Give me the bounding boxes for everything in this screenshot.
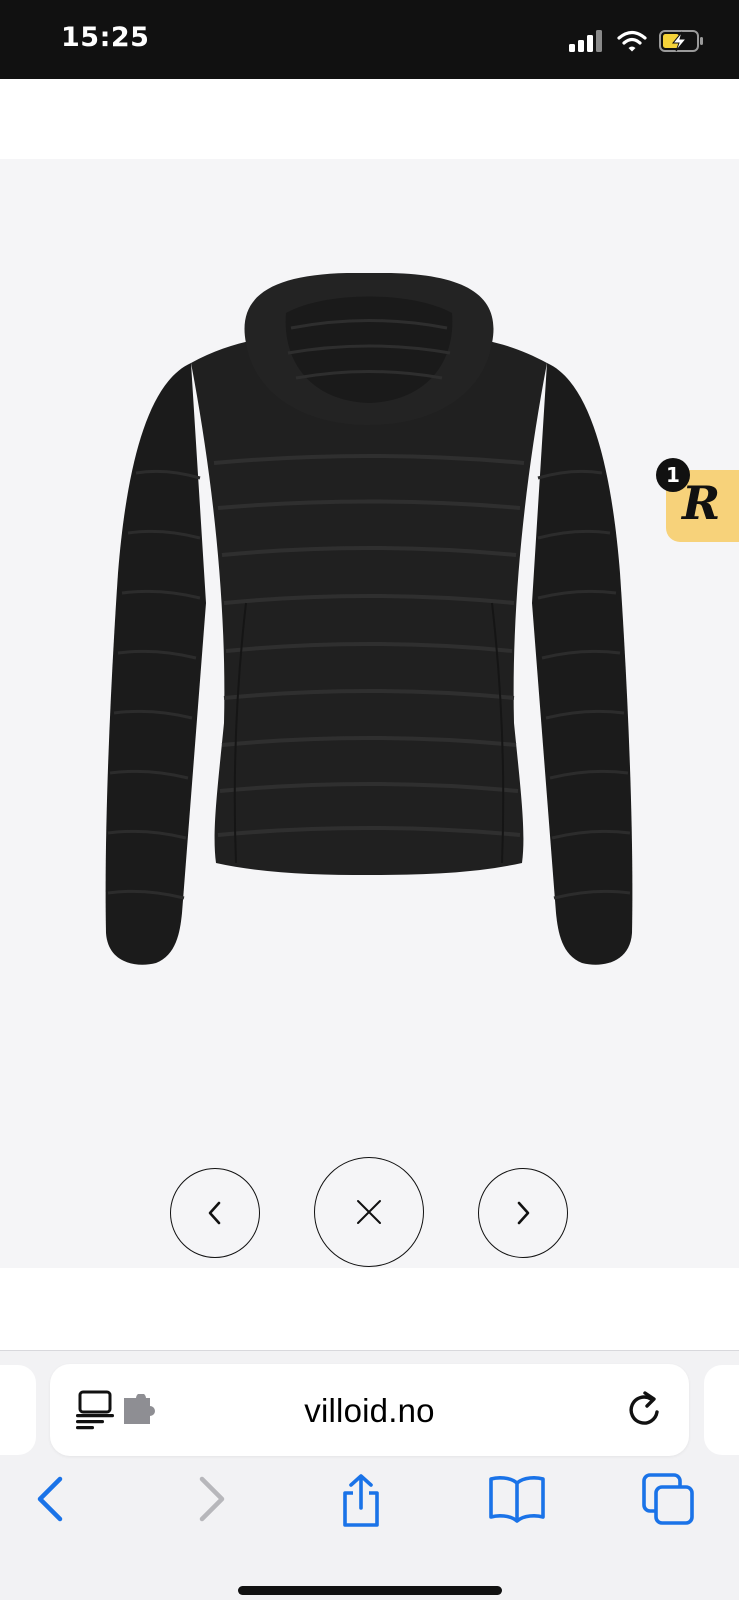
- back-arrow-icon[interactable]: [32, 1473, 72, 1525]
- chevron-right-icon: [517, 1201, 530, 1225]
- next-tab-peek[interactable]: [704, 1365, 739, 1455]
- forward-arrow-icon[interactable]: [190, 1473, 230, 1525]
- reload-icon[interactable]: [625, 1390, 665, 1430]
- close-icon: [357, 1200, 381, 1224]
- close-gallery-button[interactable]: [314, 1157, 424, 1267]
- battery-charging-icon: [659, 30, 703, 52]
- cellular-signal-icon: [569, 30, 602, 52]
- product-image-gallery: [0, 159, 739, 1268]
- status-icons: [569, 26, 705, 56]
- address-bar[interactable]: villoid.no: [50, 1364, 689, 1456]
- rewards-notification-badge: 1: [656, 458, 690, 492]
- previous-image-button[interactable]: [170, 1168, 260, 1258]
- page-header-area: [0, 79, 739, 159]
- status-bar: 15:25: [0, 0, 739, 79]
- share-icon[interactable]: [336, 1473, 386, 1529]
- status-time: 15:25: [61, 22, 150, 53]
- rewards-logo: R: [682, 476, 721, 530]
- wifi-icon: [617, 30, 647, 52]
- next-image-button[interactable]: [478, 1168, 568, 1258]
- browser-nav-row: [0, 1469, 739, 1539]
- home-indicator[interactable]: [238, 1586, 502, 1595]
- browser-toolbar: villoid.no: [0, 1350, 739, 1600]
- url-text[interactable]: villoid.no: [50, 1392, 689, 1430]
- chevron-left-icon: [208, 1201, 221, 1225]
- bookmarks-book-icon[interactable]: [488, 1473, 546, 1523]
- product-image[interactable]: [96, 273, 642, 993]
- previous-tab-peek[interactable]: [0, 1365, 36, 1455]
- tabs-overview-icon[interactable]: [642, 1473, 696, 1527]
- page-footer-area: [0, 1268, 739, 1350]
